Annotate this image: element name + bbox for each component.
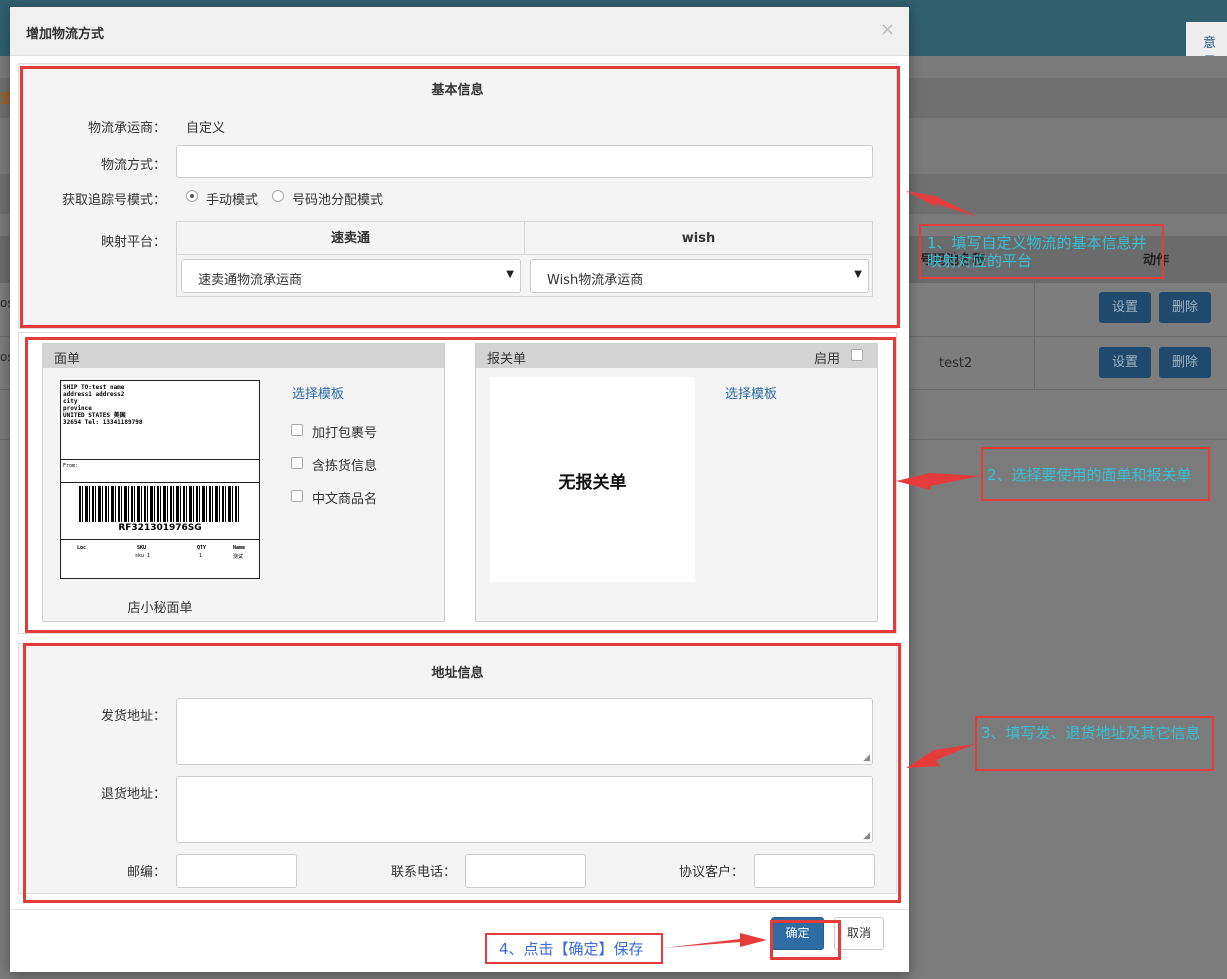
section-title: 地址信息 [431, 666, 484, 681]
platform-header-aliexpress: 速卖通 [177, 222, 525, 255]
panel-header: 报关单 启用 [476, 344, 877, 368]
method-label: 物流方式： [100, 158, 166, 173]
section-title: 基本信息 [431, 83, 484, 98]
modal-title: 增加物流方式 [26, 27, 105, 42]
label-address: SHIP TO:test name address1 address2 city… [63, 384, 142, 426]
checkbox-label: 加打包裹号 [312, 426, 378, 441]
enable-customs-checkbox[interactable] [851, 349, 863, 361]
chevron-down-icon: ▼ [854, 269, 862, 280]
col-qty: QTY [197, 545, 207, 551]
settings-button[interactable]: 设置 [1099, 347, 1151, 378]
close-icon[interactable]: × [880, 19, 895, 40]
platform-header-wish: wish [525, 222, 872, 255]
return-address-label: 退货地址： [100, 787, 166, 802]
select-value: 速卖通物流承运商 [198, 273, 303, 288]
platform-mapping-table: 速卖通 wish 速卖通物流承运商 ▼ Wish物流承运商 ▼ [176, 221, 873, 297]
checkbox-package-no[interactable] [291, 424, 303, 436]
zip-label: 邮编： [126, 865, 166, 880]
modal-header: 增加物流方式 × [10, 7, 909, 56]
delete-button[interactable]: 删除 [1159, 347, 1211, 378]
resize-grip-icon[interactable]: ◢ [863, 831, 870, 841]
radio-label: 手动模式 [206, 193, 259, 208]
divider [61, 459, 259, 460]
add-logistics-modal: 增加物流方式 × 基本信息 物流承运商： 自定义 物流方式： 获取追踪号模式： … [10, 7, 909, 972]
shipping-label-preview[interactable]: SHIP TO:test name address1 address2 city… [60, 380, 260, 579]
annotation-note-2: 2、选择要使用的面单和报关单 [981, 447, 1210, 501]
radio-manual-mode[interactable] [186, 190, 198, 202]
phone-input[interactable] [465, 854, 586, 888]
mapping-label: 映射平台： [100, 235, 166, 250]
customer-input[interactable] [754, 854, 875, 888]
checkbox-label: 中文商品名 [312, 492, 378, 507]
customer-label: 协议客户： [678, 865, 744, 880]
tracking-number: RF321301976SG [118, 523, 202, 533]
divider [61, 482, 259, 483]
row-name: test2 [939, 356, 973, 371]
wish-carrier-select[interactable]: Wish物流承运商 ▼ [530, 259, 869, 293]
select-value: Wish物流承运商 [547, 273, 644, 288]
col-loc: Loc [77, 545, 87, 551]
zip-input[interactable] [176, 854, 297, 888]
choose-template-link[interactable]: 选择模板 [292, 383, 344, 402]
phone-label: 联系电话： [390, 865, 456, 880]
template-name: 店小秘面单 [127, 601, 193, 616]
panel-title: 报关单 [487, 352, 527, 367]
col-sku: SKU [137, 545, 147, 551]
annotation-note-3: 3、填写发、退货地址及其它信息 [975, 716, 1214, 771]
divider [61, 539, 259, 540]
annotation-note-1: 1、填写自定义物流的基本信息并映射对应的平台 [919, 224, 1164, 279]
radio-label: 号码池分配模式 [292, 193, 384, 208]
checkbox-label: 含拣货信息 [312, 459, 378, 474]
tab-feedback[interactable]: 意见 [1186, 22, 1227, 70]
checkbox-picking-info[interactable] [291, 457, 303, 469]
customs-preview-text: 无报关单 [558, 473, 627, 493]
enable-label: 启用 [814, 352, 841, 367]
annotation-note-4: 4、点击【确定】保存 [485, 933, 663, 964]
radio-pool-mode[interactable] [272, 190, 284, 202]
label-address-lines: address1 address2 city province UNITED S… [63, 391, 143, 426]
tracking-mode-label: 获取追踪号模式： [61, 193, 166, 208]
barcode [79, 486, 241, 522]
ship-address-textarea[interactable]: ◢ [176, 698, 873, 765]
choose-template-link[interactable]: 选择模板 [725, 383, 777, 402]
settings-button[interactable]: 设置 [1099, 292, 1151, 323]
method-input[interactable] [176, 145, 873, 178]
cancel-button[interactable]: 取消 [834, 917, 884, 950]
label-from: From: [63, 463, 79, 469]
confirm-button[interactable]: 确定 [771, 917, 824, 950]
val-name: 测试 [233, 554, 244, 560]
val-qty: 1 [199, 553, 203, 559]
carrier-value: 自定义 [186, 121, 226, 136]
checkbox-chinese-name[interactable] [291, 490, 303, 502]
delete-button[interactable]: 删除 [1159, 292, 1211, 323]
customs-preview[interactable]: 无报关单 [490, 377, 695, 582]
val-sku: sku 1 [135, 553, 151, 559]
chevron-down-icon: ▼ [506, 269, 514, 280]
ship-address-label: 发货地址： [100, 709, 166, 724]
carrier-label: 物流承运商： [87, 121, 166, 136]
panel-title: 面单 [54, 352, 81, 367]
label-ship-to: SHIP TO:test name [63, 384, 125, 391]
return-address-textarea[interactable]: ◢ [176, 776, 873, 843]
aliexpress-carrier-select[interactable]: 速卖通物流承运商 ▼ [181, 259, 521, 293]
panel-header: 面单 [43, 344, 444, 368]
column-divider [1034, 282, 1035, 390]
col-name: Name [233, 545, 246, 551]
resize-grip-icon[interactable]: ◢ [863, 753, 870, 763]
